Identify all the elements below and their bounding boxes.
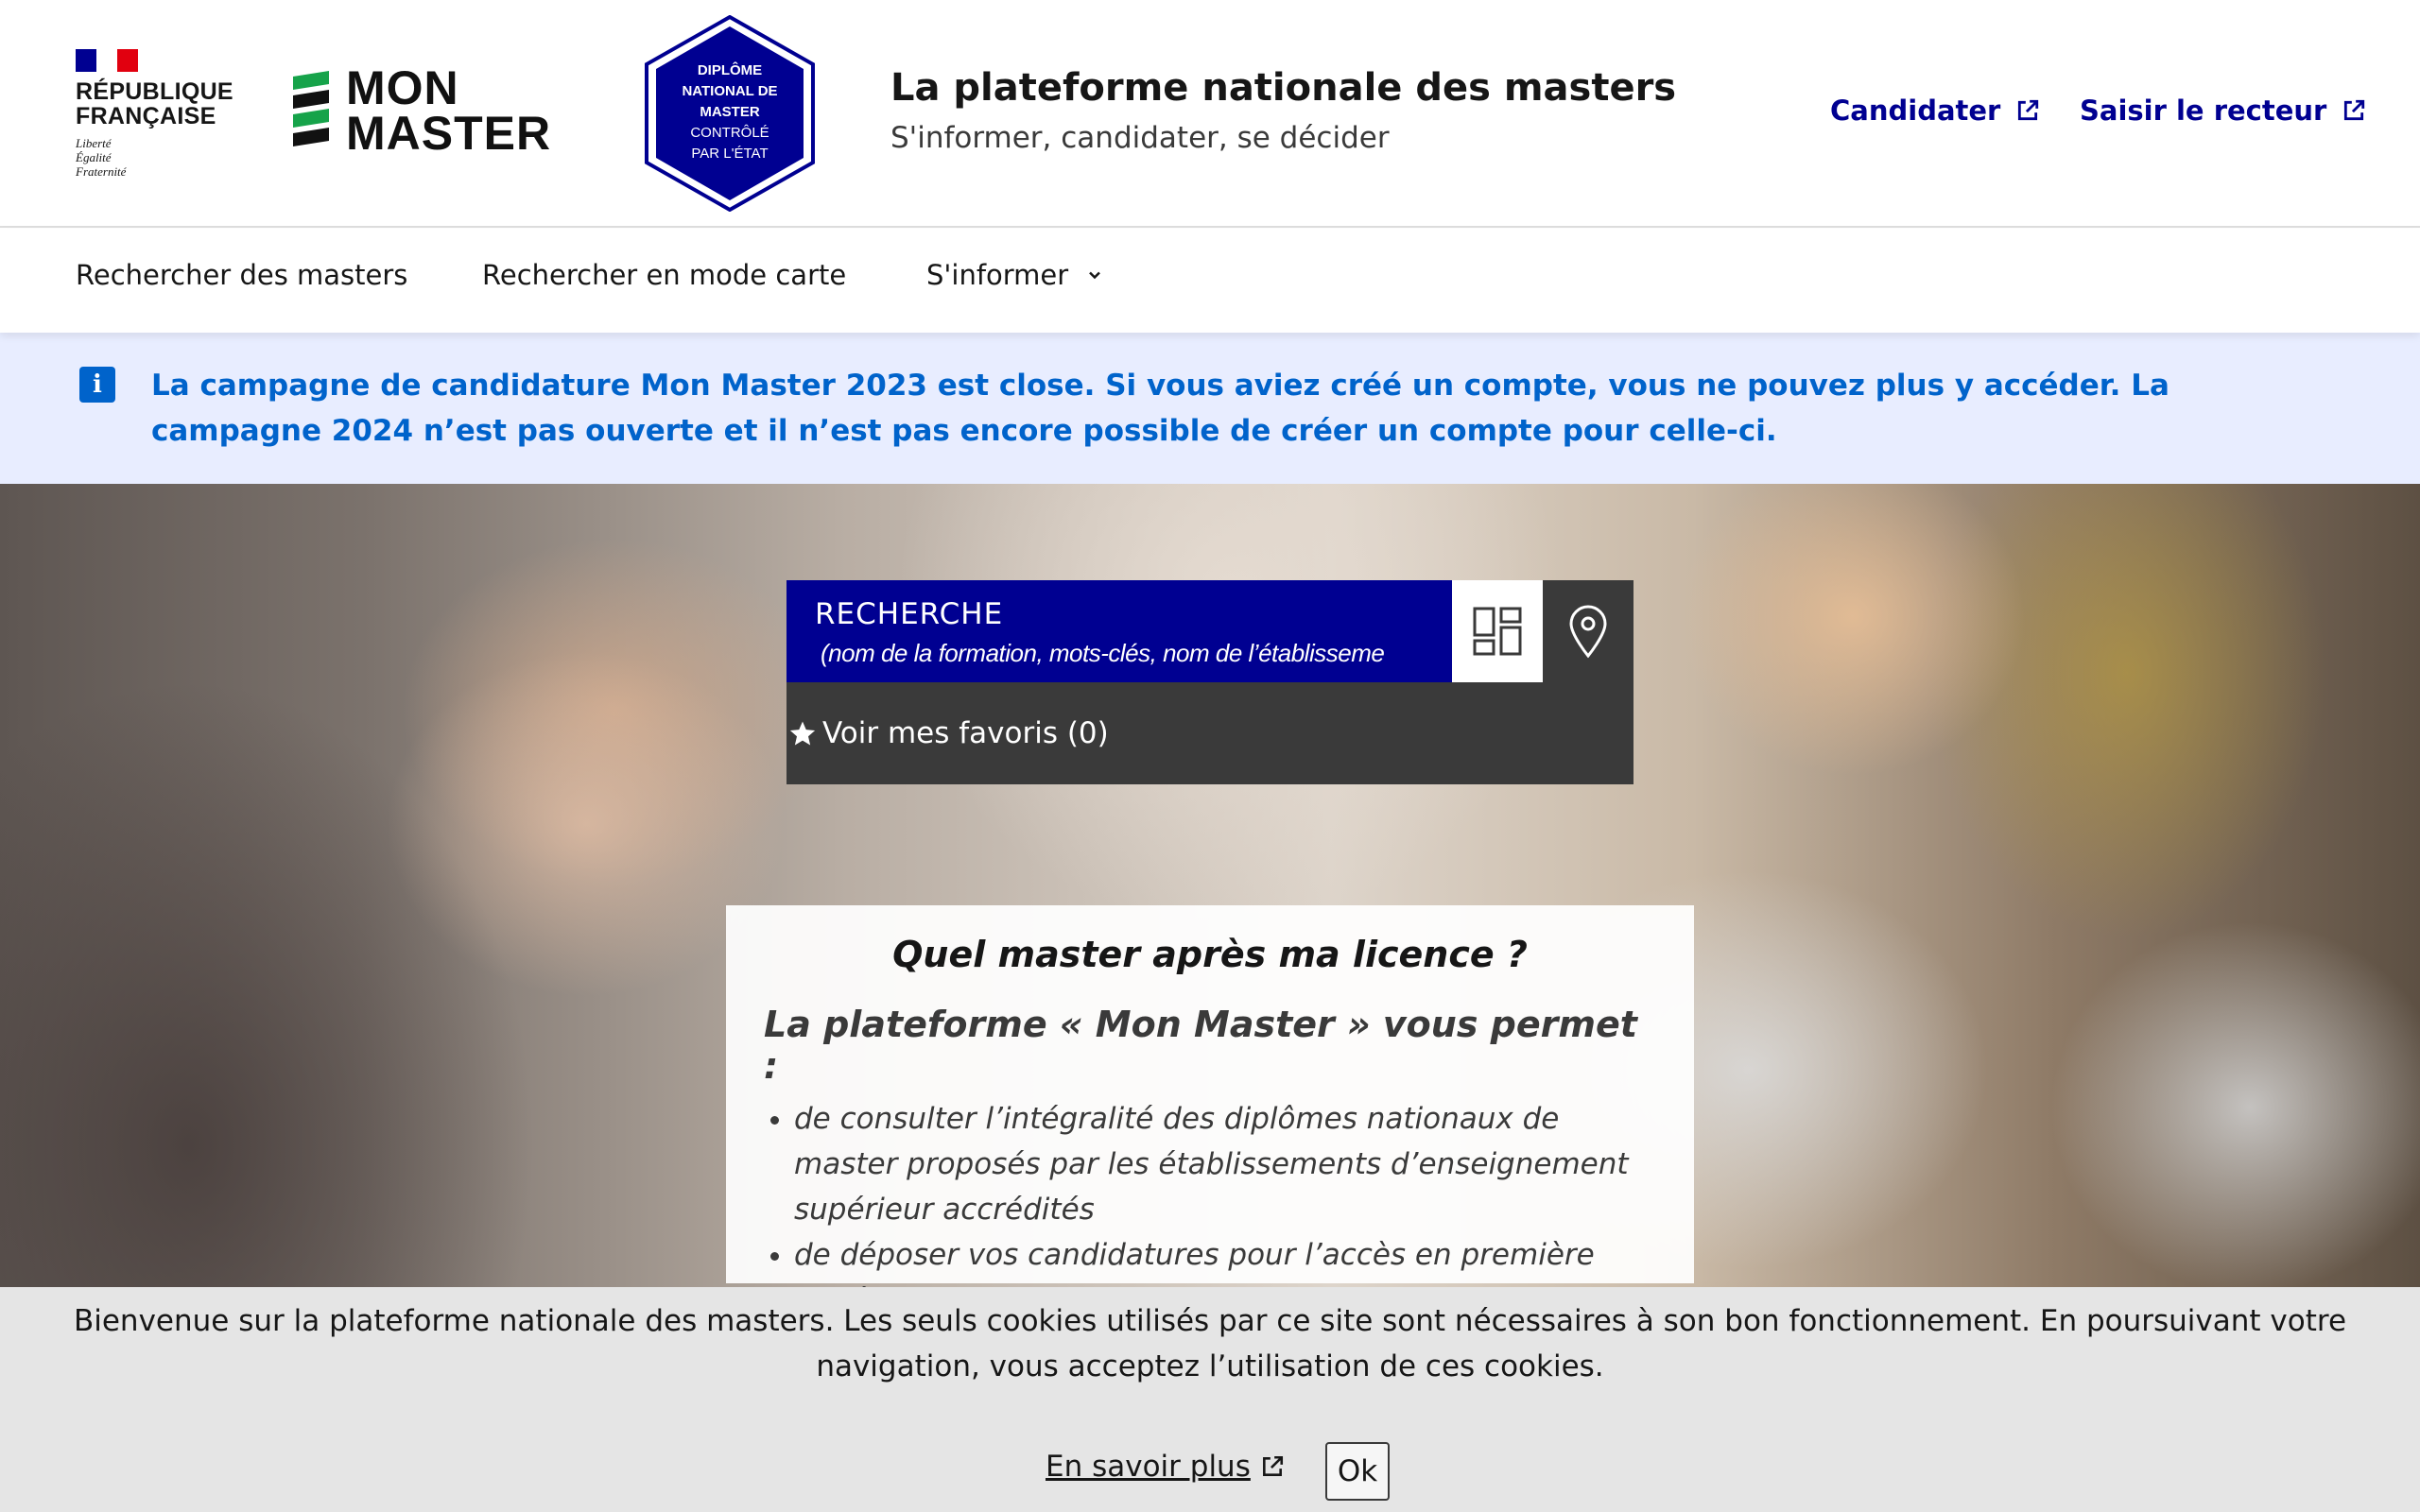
rf-motto: Liberté Égalité Fraternité [76,136,227,179]
external-link-icon [1262,1455,1283,1476]
republique-francaise-logo[interactable]: RÉPUBLIQUE FRANÇAISE Liberté Égalité Fra… [76,49,233,179]
nav-mode-carte[interactable]: Rechercher en mode carte [482,259,846,291]
intro-heading: Quel master après ma licence ? [892,934,1528,975]
chevron-down-icon [1089,271,1101,280]
rf-motto-1: Liberté [76,136,112,150]
candidater-label: Candidater [1830,94,2001,127]
rf-title-line1: RÉPUBLIQUE [76,78,233,105]
info-icon: i [79,367,115,403]
saisir-recteur-label: Saisir le recteur [2080,94,2327,127]
cookie-banner: Bienvenue sur la plateforme nationale de… [0,1287,2420,1512]
badge-line4: CONTRÔLÉ [690,125,769,141]
list-item: de consulter l’intégralité des diplômes … [794,1096,1656,1232]
site-title: La plateforme nationale des masters [890,66,1677,110]
mon-master-logo[interactable]: MON MASTER [293,61,552,160]
rf-motto-2: Égalité [76,150,112,164]
notice-text: La campagne de candidature Mon Master 20… [151,369,2169,448]
external-link-icon [2344,99,2365,121]
mon-master-mark-icon [293,71,329,146]
diplome-controle-badge: DIPLÔME NATIONAL DE MASTER CONTRÔLÉ PAR … [643,14,817,213]
saisir-recteur-link[interactable]: Saisir le recteur [2080,94,2366,127]
badge-line2: NATIONAL DE [682,83,778,99]
grid-view-button[interactable] [1452,580,1543,682]
brand-line1: MON [346,61,459,114]
search-input[interactable]: RECHERCHE (nom de la formation, mots-clé… [786,580,1452,682]
intro-card: Quel master après ma licence ? La platef… [726,905,1694,1317]
rf-title-line2: FRANÇAISE [76,103,216,129]
external-link-icon [2018,99,2039,121]
map-pin-icon [1569,605,1607,659]
marianne-flag-icon [76,49,138,72]
cookie-more-label: En savoir plus [1046,1450,1251,1484]
search-label: RECHERCHE [815,597,1004,631]
main-navigation: Rechercher des masters Rechercher en mod… [0,229,2420,333]
favorites-label: Voir mes favoris (0) [822,716,1109,750]
cookie-ok-button[interactable]: Ok [1325,1442,1390,1501]
favorites-button[interactable]: Voir mes favoris (0) [786,682,1634,784]
search-placeholder: (nom de la formation, mots-clés, nom de … [821,639,1385,667]
info-notice: i La campagne de candidature Mon Master … [0,333,2420,484]
nav-rechercher-masters[interactable]: Rechercher des masters [76,259,407,291]
map-view-button[interactable] [1543,580,1634,682]
cookie-text: Bienvenue sur la plateforme nationale de… [73,1304,2347,1383]
intro-subheading: La plateforme « Mon Master » vous permet… [764,1004,1637,1087]
rf-motto-3: Fraternité [76,164,127,179]
site-tagline: S'informer, candidater, se décider [890,121,1390,155]
site-header: RÉPUBLIQUE FRANÇAISE Liberté Égalité Fra… [0,0,2420,228]
candidater-link[interactable]: Candidater [1830,94,2040,127]
nav-sinformer-label: S'informer [926,259,1069,291]
grid-layout-icon [1473,607,1522,656]
cookie-more-link[interactable]: En savoir plus [1046,1450,1285,1484]
badge-line3: MASTER [700,104,760,120]
nav-sinformer[interactable]: S'informer [926,259,1104,291]
badge-line1: DIPLÔME [697,62,763,78]
star-icon [789,721,816,746]
brand-line2: MASTER [346,107,552,160]
badge-line5: PAR L'ÉTAT [691,146,769,162]
